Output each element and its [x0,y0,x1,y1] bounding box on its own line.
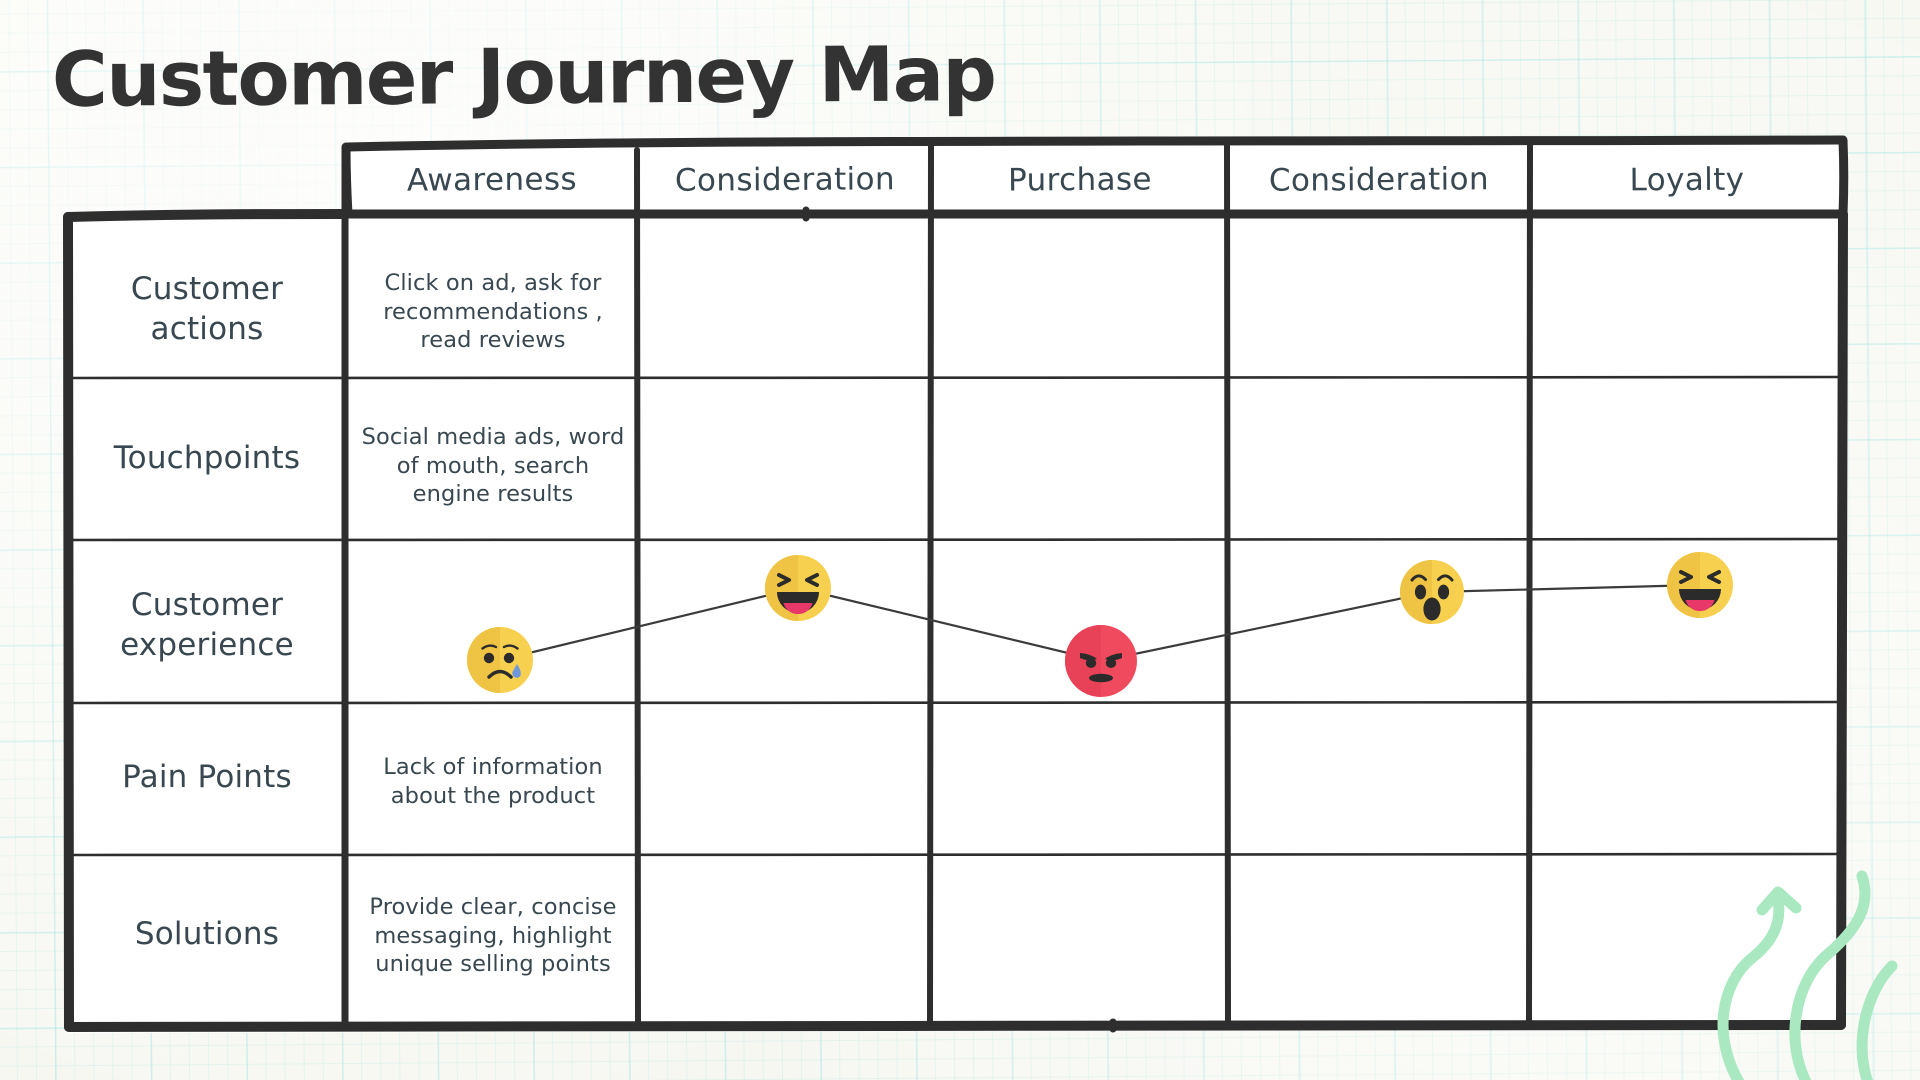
laughing-face-icon-loyalty[interactable] [1667,552,1733,618]
surprised-face-icon[interactable] [1400,560,1464,624]
journey-map-board: Awareness Consideration Purchase Conside… [0,0,1920,1080]
angry-face-icon[interactable] [1065,625,1137,697]
sad-crying-face-icon[interactable] [467,627,533,693]
emoji-layer [0,0,1920,1080]
laughing-face-icon[interactable] [765,555,831,621]
